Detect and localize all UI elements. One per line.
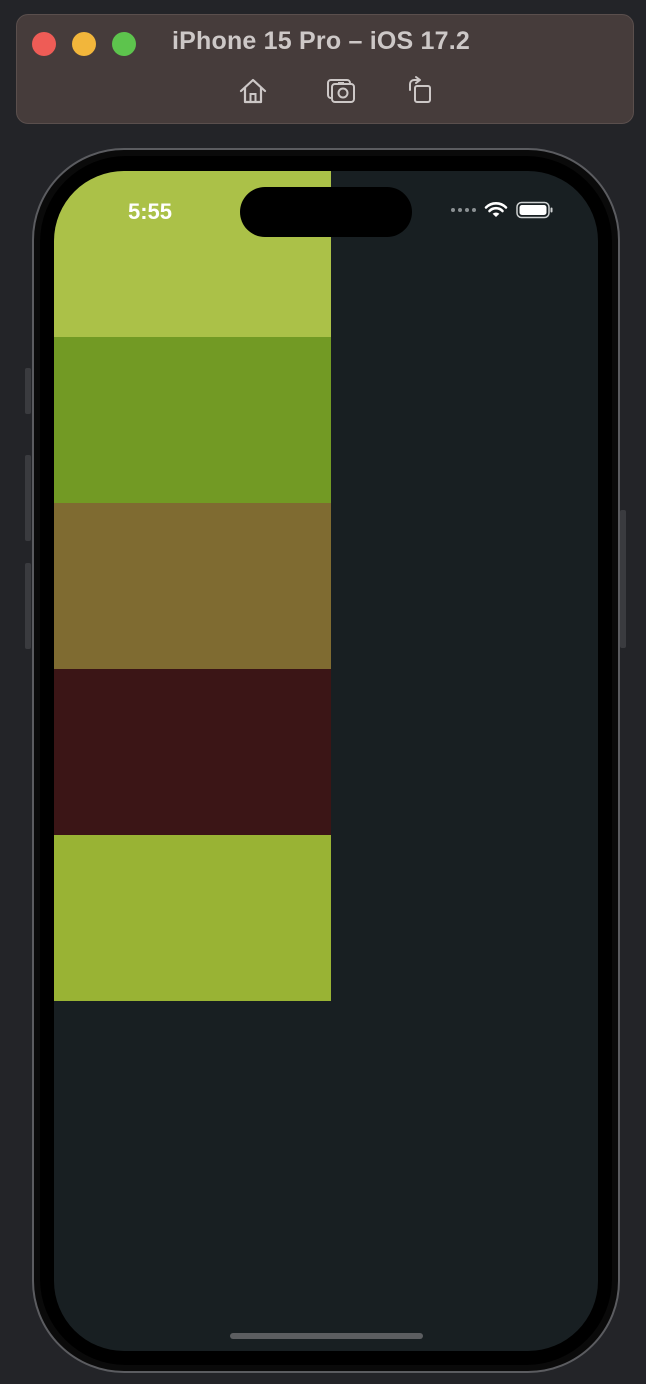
battery-icon [516,201,553,219]
screenshot-button[interactable] [321,73,361,109]
status-bar-indicators [451,201,554,219]
cellular-signal-icon [451,208,476,212]
status-bar-time: 5:55 [128,199,173,224]
home-button[interactable] [233,73,273,109]
color-swatch [54,337,331,503]
device-screen[interactable]: 5:55 [54,171,598,1351]
color-swatch-list [54,171,331,1001]
minimize-window-button[interactable] [72,32,96,56]
window-title: iPhone 15 Pro – iOS 17.2 [172,27,470,55]
power-button [620,510,626,648]
color-swatch [54,835,331,1001]
simulator-title-bar: iPhone 15 Pro – iOS 17.2 [16,14,634,124]
color-swatch [54,669,331,835]
screenshot-icon [327,79,355,103]
rotate-button[interactable] [399,73,439,109]
wifi-icon [484,202,508,217]
volume-up-button [25,455,31,541]
home-icon [239,78,267,104]
rotate-icon [409,76,431,103]
color-swatch [54,503,331,669]
dynamic-island [240,187,412,237]
action-button [25,368,31,414]
zoom-window-button[interactable] [112,32,136,56]
home-indicator[interactable] [230,1333,423,1339]
close-window-button[interactable] [32,32,56,56]
volume-down-button [25,563,31,649]
